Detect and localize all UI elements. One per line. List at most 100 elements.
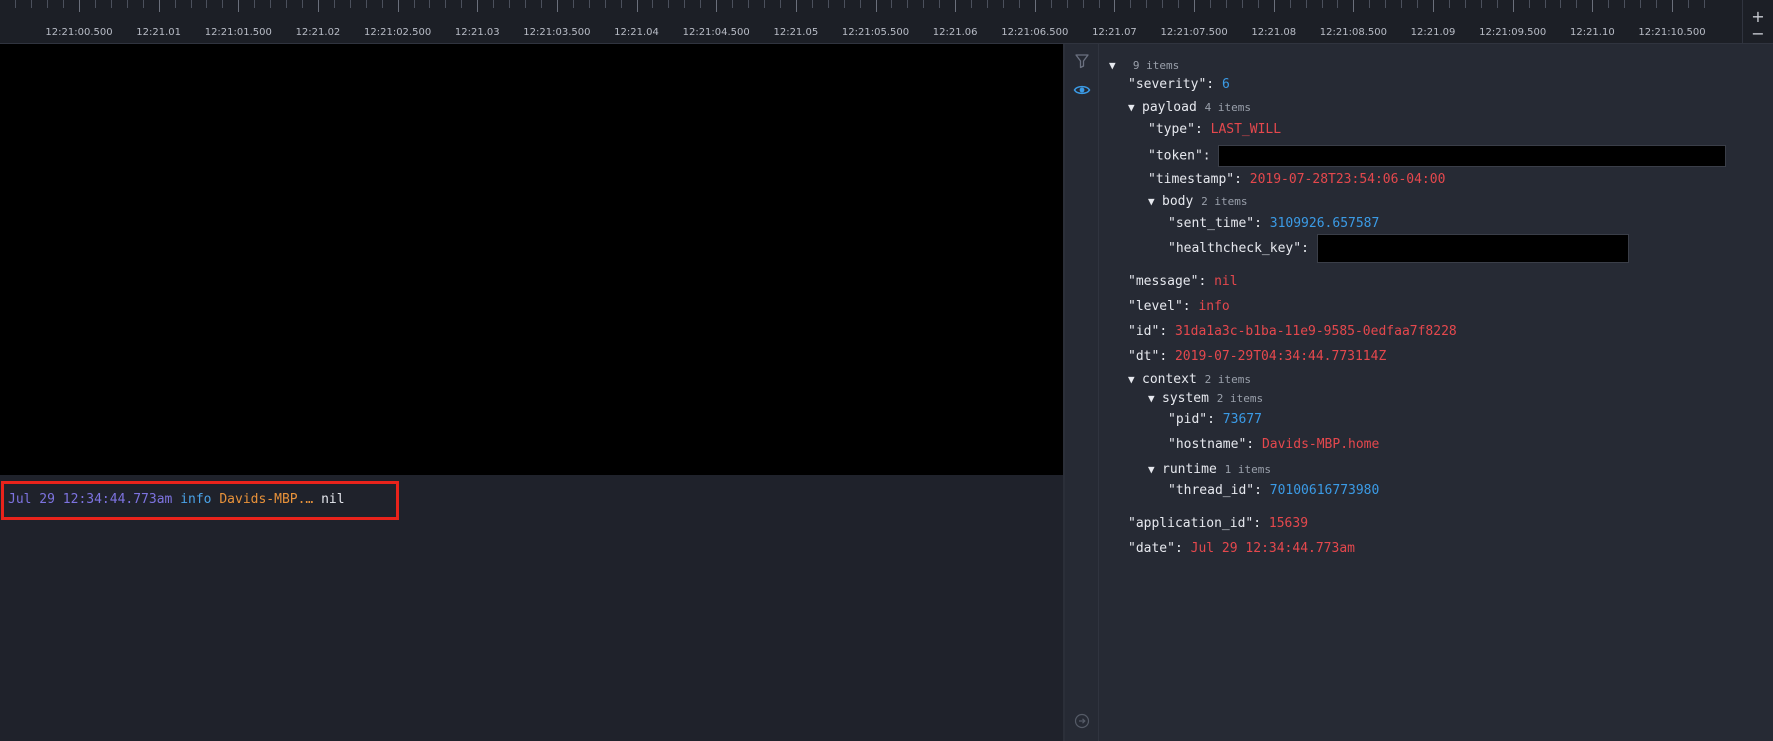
redacted-value [1316, 234, 1629, 263]
timeline-tick [1130, 0, 1132, 8]
timeline-tick [987, 0, 988, 8]
timeline-tick [1082, 0, 1084, 8]
timeline-tick [47, 0, 49, 8]
timeline-tick [254, 0, 256, 8]
timeline-tick [1050, 0, 1052, 8]
timeline-tick [1401, 0, 1403, 8]
timeline-tick [1417, 0, 1419, 8]
log-host: Davids-MBP.… [219, 492, 314, 507]
timeline-tick [763, 0, 765, 8]
timeline-tick [477, 0, 479, 12]
tree-row-healthcheck-key: "healthcheck_key": [1168, 234, 1629, 263]
timeline-tick [716, 0, 718, 12]
timeline-tick [700, 0, 702, 8]
caret-down-icon: ▼ [1148, 195, 1155, 208]
timeline-tick [222, 0, 224, 8]
eye-icon[interactable] [1073, 81, 1091, 99]
timeline-tick [445, 0, 447, 8]
tree-node-body[interactable]: ▼ body 2 items [1148, 194, 1248, 209]
tree-node-system[interactable]: ▼ system 2 items [1148, 391, 1263, 406]
tree-row-hostname: "hostname": Davids-MBP.home [1168, 437, 1380, 452]
timeline-tick [174, 0, 176, 8]
timeline-tick-label: 12:21:02.500 [364, 27, 432, 38]
caret-down-icon: ▼ [1128, 101, 1135, 114]
timeline-tick [493, 0, 495, 8]
timeline-tick [1178, 0, 1180, 8]
timeline-tick-label: 12:21:05.500 [841, 27, 910, 38]
zoom-controls: + − [1742, 0, 1773, 43]
timeline-tick [1672, 0, 1673, 12]
timeline-tick [1544, 0, 1546, 8]
tree-row-type: "type": LAST_WILL [1148, 122, 1282, 137]
timeline-tick [1480, 0, 1482, 8]
tree-row-message: "message": nil [1128, 274, 1238, 289]
timeline-tick-label: 12:21.09 [1410, 27, 1456, 38]
timeline-tick [1528, 0, 1530, 8]
timeline-tick [907, 0, 909, 8]
timeline-tick [811, 0, 813, 8]
timeline-tick [1464, 0, 1466, 8]
timeline-tick-label: 12:21:09.500 [1479, 27, 1547, 38]
timeline-tick [588, 0, 590, 8]
timeline-tick [349, 0, 351, 8]
timeline-tick [971, 0, 973, 8]
timeline-tick [1273, 0, 1275, 12]
timeline-tick [540, 0, 542, 8]
timeline-tick [1640, 0, 1642, 8]
timeline-tick [668, 0, 670, 8]
timeline-tick [1512, 0, 1514, 12]
tree-root[interactable]: ▼ 9 items [1109, 58, 1179, 73]
timeline-tick [79, 0, 80, 12]
caret-down-icon: ▼ [1128, 373, 1135, 386]
log-line[interactable]: Jul 29 12:34:44.773am info Davids-MBP.… … [8, 492, 345, 507]
arrow-right-circle-icon[interactable] [1073, 712, 1091, 730]
timeline-ruler[interactable]: 12:21:00.500 12:21.01 12:21:01.500 12:21.02… [0, 0, 1773, 44]
timeline-tick [1225, 0, 1227, 8]
timeline-tick-label: 12:21:10.500 [1638, 27, 1706, 38]
tree-node-context[interactable]: ▼ context 2 items [1128, 372, 1251, 387]
timeline-tick [365, 0, 367, 8]
zoom-out-button[interactable]: − [1743, 26, 1773, 42]
timeline-tick-label: 12:21.06 [932, 27, 978, 38]
json-inspector: ▼ 9 items "severity": 6 ▼ payload 4 items… [1099, 44, 1773, 741]
caret-down-icon: ▼ [1148, 392, 1155, 405]
timeline-tick [1624, 0, 1626, 8]
tree-row-level: "level": info [1128, 299, 1230, 314]
timeline-tick [1560, 0, 1562, 8]
zoom-in-button[interactable]: + [1743, 9, 1773, 25]
timeline-tick [1066, 0, 1068, 8]
timeline-tick [63, 0, 65, 8]
log-canvas [0, 44, 1063, 475]
timeline-tick [1241, 0, 1243, 8]
timeline-tick [1608, 0, 1610, 8]
timeline-tick-label: 12:21.03 [454, 27, 500, 38]
timeline-tick [1576, 0, 1578, 8]
timeline-tick [732, 0, 734, 8]
timeline-tick [1257, 0, 1259, 8]
tree-node-runtime[interactable]: ▼ runtime 1 items [1148, 462, 1271, 477]
tree-row-dt: "dt": 2019-07-29T04:34:44.773114Z [1128, 349, 1387, 364]
timeline-ticks: 12:21:00.500 12:21.01 12:21:01.500 12:21.02… [0, 0, 1740, 43]
timeline-tick [413, 0, 415, 8]
tree-row-severity: "severity": 6 [1128, 77, 1230, 92]
timeline-tick [1289, 0, 1291, 8]
tree-row-timestamp: "timestamp": 2019-07-28T23:54:06-04:00 [1148, 172, 1446, 187]
timeline-tick [1337, 0, 1339, 8]
timeline-tick [1210, 0, 1212, 8]
timeline-tick [891, 0, 893, 8]
timeline-tick-label: 12:21:00.500 [45, 27, 113, 38]
timeline-tick [875, 0, 877, 12]
timeline-tick [142, 0, 144, 8]
filter-icon[interactable] [1073, 52, 1091, 70]
timeline-tick [939, 0, 941, 8]
timeline-tick [748, 0, 750, 8]
timeline-tick [1194, 0, 1196, 12]
timeline-tick-label: 12:21.04 [614, 27, 659, 38]
timeline-tick [795, 0, 797, 12]
timeline-tick [158, 0, 160, 12]
tree-node-payload[interactable]: ▼ payload 4 items [1128, 100, 1251, 115]
timeline-tick [859, 0, 861, 8]
log-message: nil [321, 492, 345, 507]
timeline-tick [1496, 0, 1498, 8]
caret-down-icon: ▼ [1109, 59, 1116, 72]
